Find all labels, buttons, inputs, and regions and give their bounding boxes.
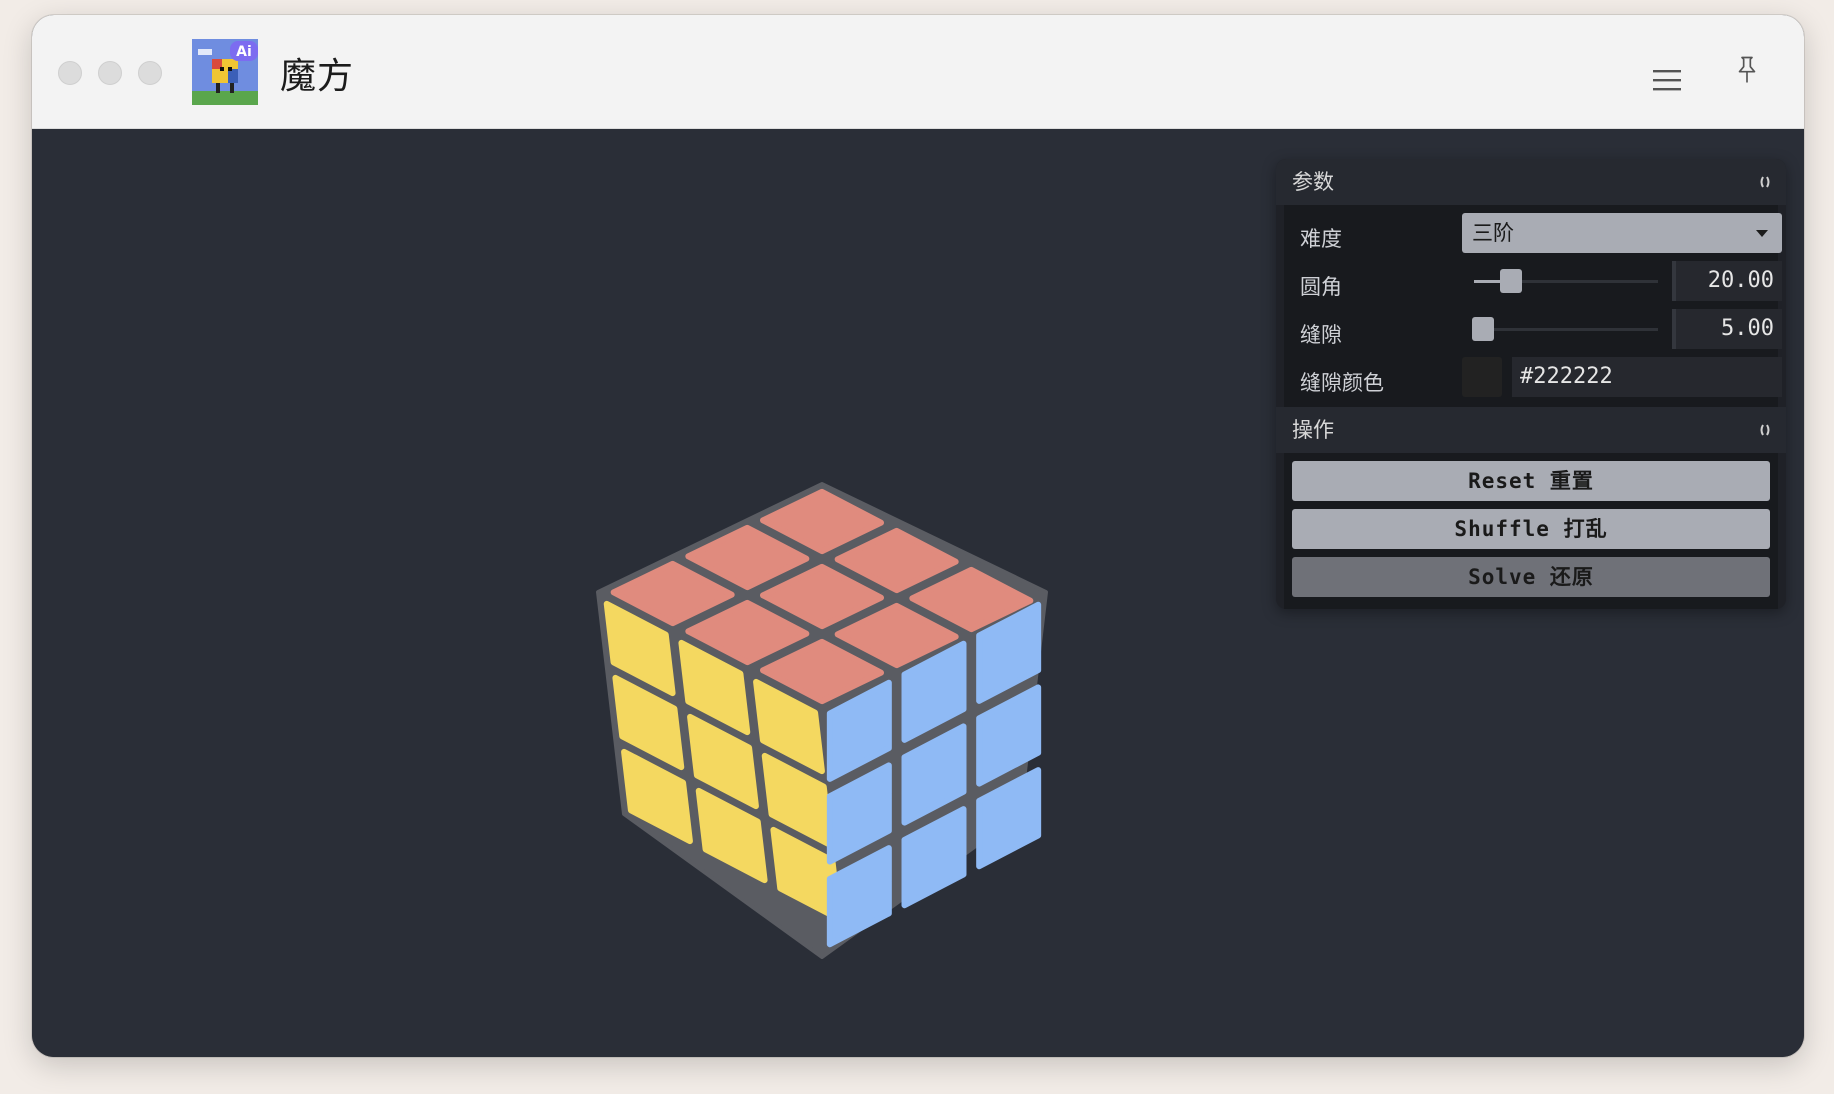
gap-color-swatch[interactable] <box>1462 357 1502 397</box>
radius-input[interactable]: 20.00 <box>1672 261 1782 301</box>
gap-color-row: 缝隙颜色 #222222 <box>1284 355 1782 403</box>
gap-slider[interactable] <box>1472 317 1658 341</box>
params-heading: 参数 <box>1292 170 1334 194</box>
actions-section-header[interactable]: 操作 <box>1276 407 1786 453</box>
difficulty-label: 难度 <box>1300 227 1342 251</box>
canvas-area[interactable]: 参数 难度 三阶 圆角 20.00 缝隙 5.00 缝隙颜色 #222222 操… <box>32 129 1804 1057</box>
difficulty-value: 三阶 <box>1472 221 1514 245</box>
close-window-button[interactable] <box>58 61 82 85</box>
gap-row: 缝隙 5.00 <box>1284 307 1782 355</box>
radius-label: 圆角 <box>1300 275 1342 299</box>
radius-row: 圆角 20.00 <box>1284 259 1782 307</box>
gap-input[interactable]: 5.00 <box>1672 309 1782 349</box>
window-title: 魔方 <box>280 56 355 97</box>
difficulty-row: 难度 三阶 <box>1284 211 1782 259</box>
shuffle-button[interactable]: Shuffle 打乱 <box>1292 509 1770 549</box>
radius-slider-handle[interactable] <box>1499 269 1522 293</box>
pin-icon[interactable] <box>1732 55 1762 85</box>
gap-color-input[interactable]: #222222 <box>1512 357 1782 397</box>
chevron-down-icon <box>1756 230 1768 237</box>
collapse-icon[interactable] <box>1758 424 1772 436</box>
control-panel: 参数 难度 三阶 圆角 20.00 缝隙 5.00 缝隙颜色 #222222 操… <box>1276 159 1786 609</box>
app-icon-badge: Ai <box>236 44 252 60</box>
gap-label: 缝隙 <box>1300 323 1342 347</box>
solve-button[interactable]: Solve 还原 <box>1292 557 1770 597</box>
actions-section: Reset 重置 Shuffle 打乱 Solve 还原 <box>1284 453 1778 609</box>
app-icon: Ai <box>192 39 258 105</box>
reset-button[interactable]: Reset 重置 <box>1292 461 1770 501</box>
gap-slider-handle[interactable] <box>1472 317 1495 341</box>
hamburger-menu-icon[interactable] <box>1652 65 1682 95</box>
rubiks-cube-3x3[interactable] <box>572 469 1092 1049</box>
actions-heading: 操作 <box>1292 418 1334 442</box>
params-section: 难度 三阶 圆角 20.00 缝隙 5.00 缝隙颜色 #222222 <box>1284 205 1782 407</box>
params-section-header[interactable]: 参数 <box>1276 159 1786 205</box>
zoom-window-button[interactable] <box>138 61 162 85</box>
title-bar: Ai 魔方 <box>32 15 1804 129</box>
gap-color-label: 缝隙颜色 <box>1300 371 1384 395</box>
difficulty-select[interactable]: 三阶 <box>1462 213 1782 253</box>
app-window: Ai 魔方 参数 难度 三阶 圆角 20.00 缝隙 5.00 缝隙颜色 #22… <box>32 15 1804 1057</box>
radius-slider[interactable] <box>1474 269 1658 293</box>
collapse-icon[interactable] <box>1758 176 1772 188</box>
minimize-window-button[interactable] <box>98 61 122 85</box>
